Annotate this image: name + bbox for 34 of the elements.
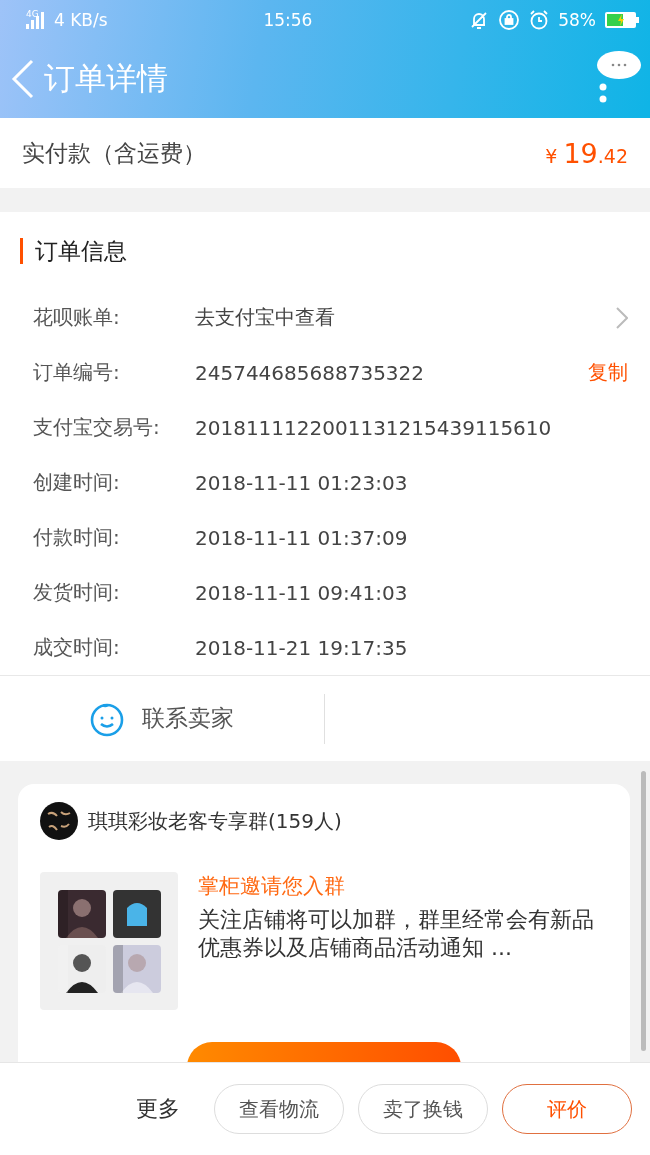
more-button[interactable]: 更多 (136, 1094, 180, 1124)
rotation-lock-icon (498, 9, 521, 31)
field-value: 2018111122001131215439115610 (195, 415, 553, 440)
contact-seller-button[interactable]: 联系卖家 (0, 693, 325, 744)
field-label: 花呗账单: (33, 304, 121, 331)
network-speed: 4 KB/s (54, 10, 108, 30)
field-value: 2018-11-11 01:23:03 (195, 470, 409, 495)
payment-label: 实付款（含运费） (22, 138, 206, 168)
field-label: 订单编号: (33, 359, 121, 386)
group-name: 琪琪彩妆老客专享群(159人) (88, 807, 342, 835)
field-value: 2018-11-11 01:37:09 (195, 525, 409, 550)
field-label: 付款时间: (33, 524, 121, 551)
action-button[interactable]: 查看物流 (214, 1084, 344, 1134)
field-value: 245744685688735322 (195, 360, 426, 385)
section-title: 订单信息 (20, 238, 650, 264)
invite-text: 关注店铺将可以加群，群里经常会有新品优惠券以及店铺商品活动通知 ... (198, 906, 595, 962)
field-value: 2018-11-21 19:17:35 (195, 635, 409, 660)
page-title: 订单详情 (44, 59, 169, 98)
field-label: 成交时间: (33, 634, 121, 661)
invite-title: 掌柜邀请您入群 (198, 873, 346, 900)
chevron-right-icon[interactable] (616, 306, 628, 329)
field-label: 创建时间: (33, 469, 121, 496)
field-value[interactable]: 去支付宝中查看 (195, 304, 616, 331)
battery-percent: 58% (558, 10, 596, 30)
field-value: 2018-11-11 09:41:03 (195, 580, 409, 605)
field-label: 发货时间: (33, 579, 121, 606)
battery-icon (604, 11, 640, 29)
clock: 15:56 (263, 10, 313, 30)
back-icon[interactable] (10, 59, 36, 99)
field-label: 支付宝交易号: (33, 414, 161, 441)
payment-amount: ¥ 19.42 (545, 137, 628, 169)
group-avatar (40, 802, 78, 840)
action-button[interactable]: 卖了换钱 (358, 1084, 488, 1134)
network-label: 4G (26, 9, 40, 19)
